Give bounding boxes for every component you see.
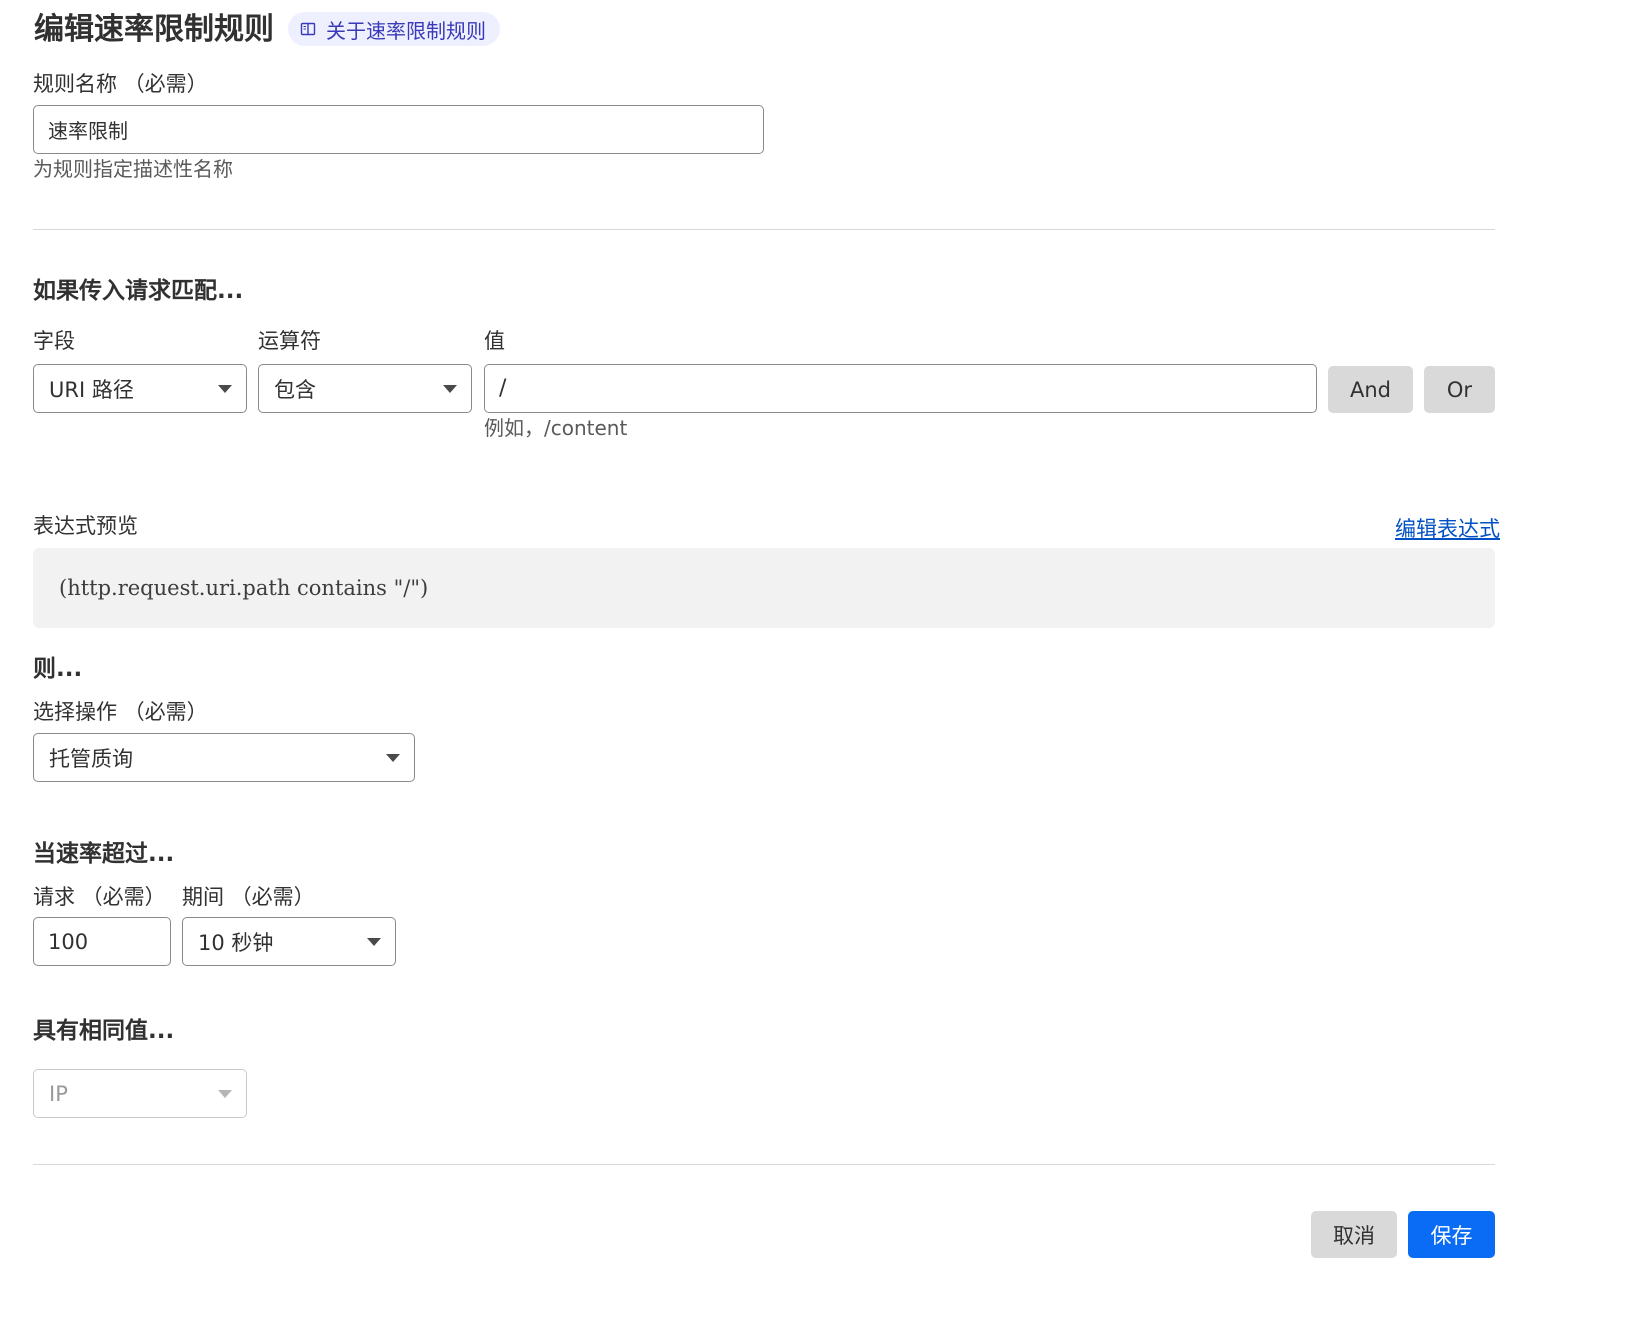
page-title: 编辑速率限制规则 [34,12,274,47]
match-heading: 如果传入请求匹配... [33,278,244,304]
field-select[interactable]: URI 路径 [33,364,247,413]
period-select-value: 10 秒钟 [198,930,274,955]
same-value-heading: 具有相同值... [33,1018,175,1044]
about-rate-limiting-rules-link[interactable]: 关于速率限制规则 [288,12,500,46]
expression-preview-label: 表达式预览 [33,514,138,538]
save-button[interactable]: 保存 [1408,1211,1495,1258]
field-select-value: URI 路径 [49,377,134,402]
action-select-value: 托管质询 [49,746,133,771]
action-label: 选择操作 （必需） [33,700,208,724]
rule-name-input[interactable] [33,105,764,154]
chevron-down-icon [218,1089,232,1098]
chevron-down-icon [386,753,400,762]
value-label: 值 [484,329,505,353]
expression-preview: (http.request.uri.path contains "/") [33,548,1495,628]
operator-label: 运算符 [258,329,321,353]
rule-name-help: 为规则指定描述性名称 [33,157,233,181]
book-icon [300,21,316,37]
field-label: 字段 [33,329,75,353]
rule-name-label: 规则名称 （必需） [33,72,208,96]
rate-heading: 当速率超过... [33,841,175,867]
chevron-down-icon [367,937,381,946]
value-help: 例如，/content [484,416,628,440]
requests-label: 请求 （必需） [33,885,166,909]
operator-select[interactable]: 包含 [258,364,472,413]
requests-input[interactable] [33,917,171,966]
operator-select-value: 包含 [274,377,316,402]
or-button[interactable]: Or [1424,366,1495,413]
value-input[interactable] [484,364,1317,413]
cancel-button[interactable]: 取消 [1311,1211,1397,1258]
section-divider [33,229,1495,230]
footer-divider [33,1164,1495,1165]
period-label: 期间 （必需） [182,885,315,909]
characteristic-select: IP [33,1069,247,1118]
then-heading: 则... [33,656,83,682]
doc-link-label: 关于速率限制规则 [326,18,486,43]
chevron-down-icon [443,384,457,393]
chevron-down-icon [218,384,232,393]
characteristic-select-value: IP [49,1081,68,1106]
and-button[interactable]: And [1328,366,1413,413]
action-select[interactable]: 托管质询 [33,733,415,782]
edit-expression-link[interactable]: 编辑表达式 [1395,513,1500,543]
period-select[interactable]: 10 秒钟 [182,917,396,966]
